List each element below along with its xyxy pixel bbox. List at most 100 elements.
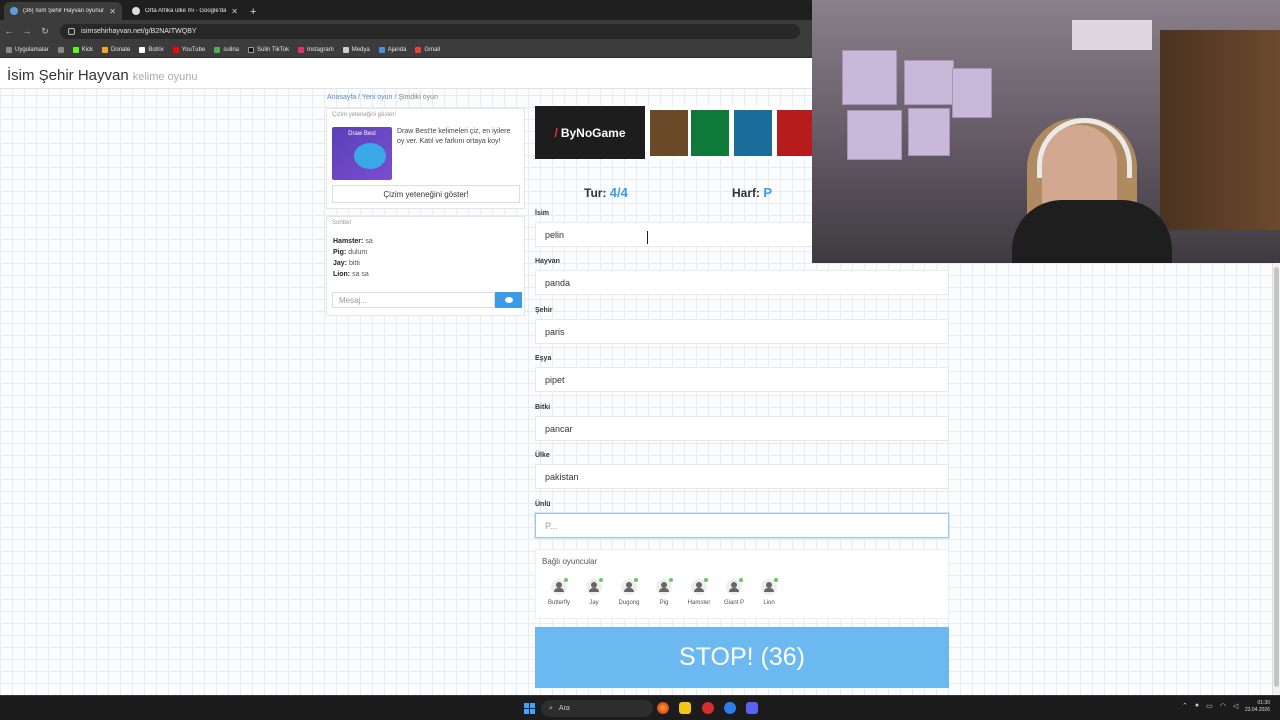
bookmark-donate[interactable]: Donate (102, 46, 130, 53)
ad-card-points (691, 110, 729, 156)
app-icon[interactable] (724, 702, 736, 714)
taskbar-search[interactable]: ⌕ Ara (541, 700, 653, 717)
field-sehir[interactable]: paris (535, 319, 949, 344)
forward-icon[interactable]: → (18, 26, 36, 36)
webcam-poster (952, 68, 992, 118)
drawbest-button[interactable]: Çizim yeteneğini göster! (332, 185, 520, 203)
chat-messages: Hamster: sa Pig: dulum Jay: bitti Lion: … (327, 236, 524, 280)
webcam-poster (908, 108, 950, 156)
letter-value: P (763, 185, 773, 200)
bookmark-youtube[interactable]: YouTube (172, 46, 205, 53)
drawbest-description: Draw Best'te kelimeleri çiz, en iyilere … (397, 128, 511, 145)
chat-bubble-icon (504, 297, 513, 303)
letter-label: Harf: (732, 186, 761, 200)
online-status-icon (564, 578, 568, 582)
drawbest-panel: Çizim yeteneğini göster! Draw Best Draw … (326, 108, 525, 209)
volume-icon[interactable]: ◁ (1233, 702, 1238, 710)
drawbest-title: Çizim yeteneğini göster! (332, 112, 397, 118)
clock-date: 23.04.2026 (1244, 707, 1270, 713)
sulina-icon (214, 46, 221, 53)
chat-input[interactable]: Mesaj... (332, 292, 495, 308)
apps-icon (6, 46, 12, 53)
online-status-icon (599, 578, 603, 582)
field-hayvan[interactable]: panda (535, 270, 949, 295)
bookmark-apps[interactable]: Uygulamalar (6, 46, 49, 53)
microphone-icon[interactable]: ● (1195, 702, 1199, 710)
breadcrumb-current: Şimdiki oyun (398, 94, 438, 101)
webcam-poster (847, 110, 902, 160)
field-unlu[interactable]: P... (535, 513, 949, 538)
file-explorer-icon[interactable] (679, 702, 691, 714)
bookmark-ajanda[interactable]: Ajanda (378, 46, 406, 53)
player-pig: Pig (647, 578, 681, 606)
breadcrumb-separator: / (358, 94, 361, 101)
windows-taskbar: ⌕ Ara ⌃ ● ▭ ◠ ◁ 01:30 23.04.2026 (0, 695, 1280, 720)
user-avatar-icon (586, 578, 603, 595)
field-ulke[interactable]: pakistan (535, 464, 949, 489)
taskbar-search-label: Ara (558, 705, 570, 712)
player-hamster: Hamster (682, 578, 716, 606)
webcam-body (1012, 200, 1172, 263)
tab-title: Orta Afrika ülke mi - Google'da (145, 8, 227, 14)
stop-button[interactable]: STOP! (36) (535, 627, 949, 688)
round-value: 4/4 (609, 185, 628, 200)
chevron-up-icon[interactable]: ⌃ (1182, 702, 1188, 710)
bookmark-sulina[interactable]: sulina (214, 46, 239, 53)
ad-card-game (650, 110, 688, 156)
tab-title: (36) İsim Şehir Hayvan oyunun (23, 8, 105, 14)
field-label-bitki: Bitki (535, 404, 551, 411)
breadcrumb-home[interactable]: Anasayfa (327, 94, 356, 101)
bookmark-medya[interactable]: Medya (342, 46, 370, 53)
close-tab-icon[interactable]: ✕ (109, 7, 116, 16)
browser-tab-active[interactable]: (36) İsim Şehir Hayvan oyunun ✕ (4, 2, 122, 20)
bookmark-botrix[interactable]: Botrix (139, 46, 164, 53)
bynogame-logo: / ByNoGame (535, 106, 645, 159)
botrix-icon (139, 46, 146, 53)
bookmark-tiktok[interactable]: Sulin TikTok (248, 46, 289, 53)
user-avatar-icon (656, 578, 673, 595)
chat-send-button[interactable] (495, 292, 522, 308)
kick-icon (72, 46, 79, 53)
google-favicon-icon (132, 7, 140, 15)
bookmark-kick[interactable]: Kick (72, 46, 93, 53)
page-scrollbar[interactable] (1272, 263, 1280, 695)
back-icon[interactable]: ← (0, 26, 18, 36)
bookmark-grid[interactable] (57, 46, 64, 53)
chrome-icon[interactable] (657, 702, 669, 714)
chat-panel: Sohbet Hamster: sa Pig: dulum Jay: bitti… (326, 216, 525, 316)
scrollbar-thumb[interactable] (1274, 267, 1279, 687)
taskbar-clock[interactable]: 01:30 23.04.2026 (1245, 700, 1270, 714)
site-brand[interactable]: İsim Şehir Hayvan kelime oyunu (7, 67, 198, 84)
ad-card-giftcard (734, 110, 772, 156)
webcam-overlay (812, 0, 1280, 263)
user-avatar-icon (621, 578, 638, 595)
instagram-icon (298, 46, 305, 53)
letter-indicator: Harf: P (732, 185, 772, 200)
bookmark-instagram[interactable]: Instagram (298, 46, 334, 53)
site-info-icon[interactable] (68, 27, 75, 35)
player-giant-p: Giant P (717, 578, 751, 606)
discord-icon[interactable] (746, 702, 758, 714)
gmail-icon (415, 46, 422, 53)
url-field[interactable]: isimsehirhayvan.net/g/B2NAITWQBY (60, 23, 800, 39)
bynogame-ad-banner[interactable]: / ByNoGame (535, 106, 815, 159)
drawbest-thumbnail[interactable]: Draw Best (332, 127, 392, 180)
windows-start-icon[interactable] (524, 703, 535, 714)
player-lion: Lion (752, 578, 786, 606)
browser-tab[interactable]: Orta Afrika ülke mi - Google'da ✕ (126, 2, 244, 20)
bookmark-gmail[interactable]: Gmail (415, 46, 440, 53)
monitor-icon[interactable]: ▭ (1206, 702, 1213, 710)
field-bitki[interactable]: pancar (535, 416, 949, 441)
clock-time: 01:30 (1257, 700, 1270, 706)
field-esya[interactable]: pipet (535, 367, 949, 392)
connected-players-panel: Bağlı oyuncular Butterfly Jay Dugong Pig… (535, 549, 949, 619)
webcam-poster (904, 60, 954, 105)
app-icon[interactable] (702, 702, 714, 714)
wifi-icon[interactable]: ◠ (1220, 702, 1226, 710)
donate-icon (102, 46, 109, 53)
reload-icon[interactable]: ↻ (36, 26, 54, 37)
breadcrumb-new-game[interactable]: Yeni oyun (362, 94, 393, 101)
field-label-hayvan: Hayvan (535, 258, 560, 265)
close-tab-icon[interactable]: ✕ (231, 7, 238, 16)
new-tab-button[interactable]: + (250, 6, 256, 20)
